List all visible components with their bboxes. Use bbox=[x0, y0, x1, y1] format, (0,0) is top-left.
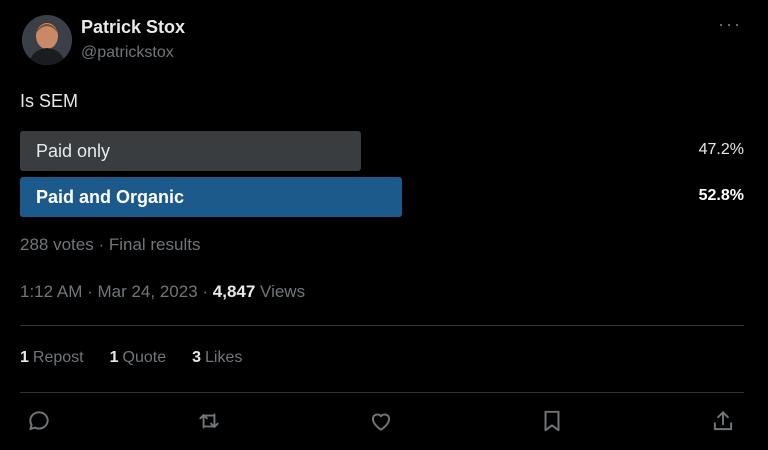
likes-label: Likes bbox=[205, 349, 243, 366]
poll-option-label: Paid and Organic bbox=[36, 187, 185, 207]
divider bbox=[20, 392, 744, 393]
likes-count: 3 bbox=[192, 349, 202, 366]
share-button[interactable] bbox=[710, 408, 740, 438]
tweet-time[interactable]: 1:12 AM · Mar 24, 2023 · bbox=[20, 282, 213, 301]
reposts-count: 1 bbox=[20, 349, 29, 366]
divider bbox=[20, 325, 744, 326]
tweet-text: Is SEM bbox=[20, 91, 79, 111]
quotes-stat[interactable]: 1 Quote bbox=[110, 349, 167, 367]
author-handle[interactable]: @patrickstox bbox=[81, 44, 174, 62]
bookmark-button[interactable] bbox=[539, 408, 569, 438]
poll-option-paid-and-organic: Paid and Organic 52.8% bbox=[20, 177, 744, 217]
quotes-count: 1 bbox=[109, 349, 119, 366]
engagement-stats: 1 Repost 1 Quote 3 Likes bbox=[20, 349, 242, 367]
views-label: Views bbox=[255, 282, 306, 301]
reply-icon bbox=[29, 411, 49, 431]
like-icon bbox=[371, 413, 391, 431]
poll-option-paid-only: Paid only 47.2% bbox=[20, 131, 744, 171]
like-button[interactable] bbox=[368, 408, 398, 438]
avatar-image bbox=[22, 15, 72, 65]
repost-button[interactable] bbox=[196, 408, 226, 438]
bookmark-icon bbox=[544, 410, 560, 432]
poll-summary: 288 votes · Final results bbox=[20, 235, 201, 254]
tweet-timestamp: 1:12 AM · Mar 24, 2023 · 4,847 Views bbox=[20, 282, 305, 302]
reposts-stat[interactable]: 1 Repost bbox=[20, 349, 84, 367]
quotes-label: Quote bbox=[122, 349, 167, 366]
author-name[interactable]: Patrick Stox bbox=[81, 17, 185, 38]
poll-option-percent: 52.8% bbox=[698, 187, 744, 204]
poll-option-percent: 47.2% bbox=[698, 141, 744, 158]
views-count: 4,847 bbox=[212, 282, 256, 301]
likes-stat[interactable]: 3 Likes bbox=[192, 349, 242, 367]
share-icon bbox=[713, 411, 733, 431]
reply-button[interactable] bbox=[26, 408, 56, 438]
avatar[interactable] bbox=[22, 15, 72, 65]
more-options-icon[interactable]: ··· bbox=[718, 14, 742, 35]
poll-option-label: Paid only bbox=[36, 141, 111, 161]
repost-icon bbox=[199, 413, 219, 429]
reposts-label: Repost bbox=[32, 349, 84, 366]
